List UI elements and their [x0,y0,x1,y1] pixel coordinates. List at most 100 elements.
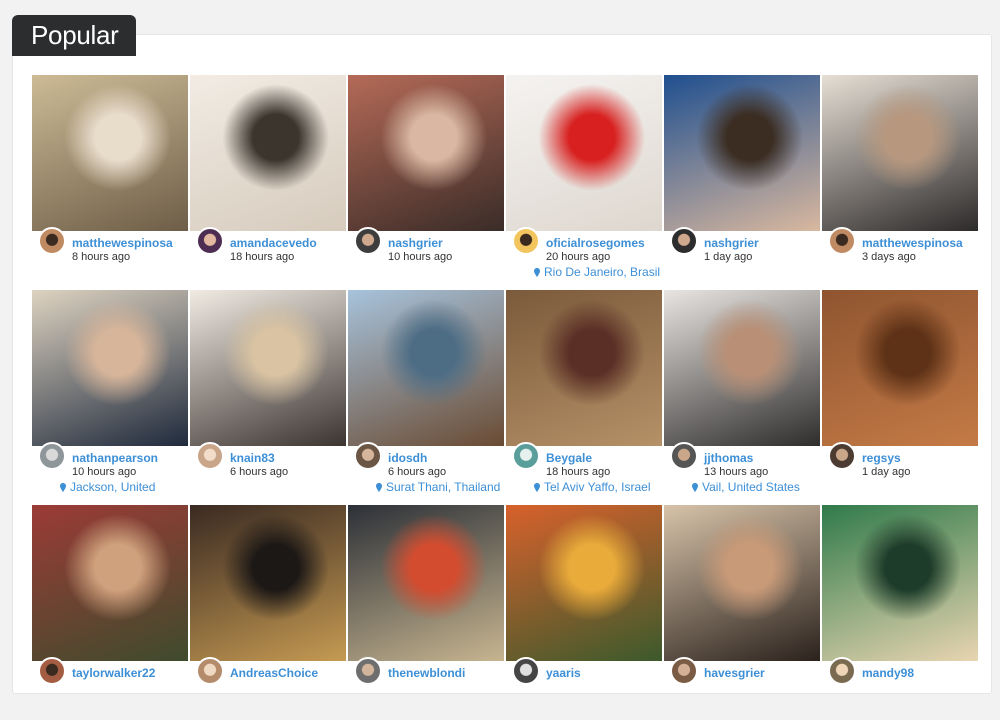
location-link[interactable]: Jackson, United [60,480,155,494]
post-card: regsys 1 day ago [822,290,978,505]
location-text: Tel Aviv Yaffo, Israel [544,480,651,494]
username-link[interactable]: regsys [862,451,901,465]
username-link[interactable]: matthewespinosa [72,236,173,250]
post-time: 6 hours ago [388,466,447,478]
user-avatar[interactable] [828,442,856,470]
location-pin-icon [60,483,66,492]
location-link[interactable]: Tel Aviv Yaffo, Israel [534,480,651,494]
user-avatar[interactable] [196,442,224,470]
post-card: yaaris [506,505,662,720]
user-avatar[interactable] [670,657,698,685]
username-link[interactable]: amandacevedo [230,236,317,250]
post-photo[interactable] [190,75,346,231]
post-photo[interactable] [506,290,662,446]
user-avatar[interactable] [196,657,224,685]
post-photo[interactable] [506,505,662,661]
location-pin-icon [376,483,382,492]
post-photo[interactable] [190,505,346,661]
post-card: amandacevedo 18 hours ago [190,75,346,290]
post-time: 6 hours ago [230,466,289,478]
post-card: knain83 6 hours ago [190,290,346,505]
post-time: 18 hours ago [546,466,611,478]
user-avatar[interactable] [512,657,540,685]
username-link[interactable]: nashgrier [388,236,443,250]
post-card: nathanpearson 10 hours ago Jackson, United [32,290,188,505]
section-title: Popular [12,15,136,56]
photo-row: taylorwalker22 AndreasChoice thenewblondi y… [32,505,992,720]
user-avatar[interactable] [38,227,66,255]
username-link[interactable]: nathanpearson [72,451,158,465]
post-card: thenewblondi [348,505,504,720]
user-avatar[interactable] [670,227,698,255]
post-time: 20 hours ago [546,251,611,263]
photo-row: matthewespinosa 8 hours ago amandacevedo 18… [32,75,992,290]
post-photo[interactable] [822,290,978,446]
photo-row: nathanpearson 10 hours ago Jackson, United… [32,290,992,505]
post-time: 3 days ago [862,251,916,263]
username-link[interactable]: AndreasChoice [230,666,318,680]
post-card: matthewespinosa 8 hours ago [32,75,188,290]
post-card: idosdh 6 hours ago Surat Thani, Thailand [348,290,504,505]
user-avatar[interactable] [512,227,540,255]
user-avatar[interactable] [670,442,698,470]
post-photo[interactable] [506,75,662,231]
post-photo[interactable] [348,75,504,231]
user-avatar[interactable] [38,657,66,685]
username-link[interactable]: knain83 [230,451,275,465]
post-card: matthewespinosa 3 days ago [822,75,978,290]
post-photo[interactable] [32,505,188,661]
location-link[interactable]: Vail, United States [692,480,800,494]
post-card: havesgrier [664,505,820,720]
username-link[interactable]: yaaris [546,666,581,680]
post-photo[interactable] [190,290,346,446]
user-avatar[interactable] [354,227,382,255]
post-card: nashgrier 10 hours ago [348,75,504,290]
location-link[interactable]: Surat Thani, Thailand [376,480,500,494]
post-time: 1 day ago [862,466,911,478]
post-time: 13 hours ago [704,466,769,478]
username-link[interactable]: matthewespinosa [862,236,963,250]
location-text: Jackson, United [70,480,156,494]
username-link[interactable]: jjthomas [704,451,753,465]
post-card: Beygale 18 hours ago Tel Aviv Yaffo, Israe… [506,290,662,505]
username-link[interactable]: idosdh [388,451,427,465]
post-card: mandy98 [822,505,978,720]
post-photo[interactable] [664,290,820,446]
post-time: 1 day ago [704,251,753,263]
post-card: oficialrosegomes 20 hours ago Rio De Janei… [506,75,662,290]
user-avatar[interactable] [196,227,224,255]
post-photo[interactable] [348,505,504,661]
username-link[interactable]: Beygale [546,451,592,465]
user-avatar[interactable] [828,227,856,255]
user-avatar[interactable] [354,442,382,470]
username-link[interactable]: thenewblondi [388,666,465,680]
user-avatar[interactable] [354,657,382,685]
post-photo[interactable] [32,290,188,446]
post-time: 10 hours ago [72,466,137,478]
post-photo[interactable] [664,505,820,661]
username-link[interactable]: mandy98 [862,666,914,680]
post-photo[interactable] [32,75,188,231]
post-photo[interactable] [822,75,978,231]
location-link[interactable]: Rio De Janeiro, Brasil [534,265,660,279]
location-pin-icon [692,483,698,492]
user-avatar[interactable] [512,442,540,470]
post-card: AndreasChoice [190,505,346,720]
location-pin-icon [534,268,540,277]
post-photo[interactable] [348,290,504,446]
post-photo[interactable] [822,505,978,661]
post-time: 8 hours ago [72,251,131,263]
post-photo[interactable] [664,75,820,231]
user-avatar[interactable] [38,442,66,470]
username-link[interactable]: havesgrier [704,666,765,680]
location-text: Rio De Janeiro, Brasil [544,265,661,279]
post-card: jjthomas 13 hours ago Vail, United States [664,290,820,505]
username-link[interactable]: taylorwalker22 [72,666,155,680]
username-link[interactable]: oficialrosegomes [546,236,645,250]
username-link[interactable]: nashgrier [704,236,759,250]
location-text: Vail, United States [702,480,800,494]
post-card: nashgrier 1 day ago [664,75,820,290]
post-card: taylorwalker22 [32,505,188,720]
post-time: 10 hours ago [388,251,453,263]
user-avatar[interactable] [828,657,856,685]
